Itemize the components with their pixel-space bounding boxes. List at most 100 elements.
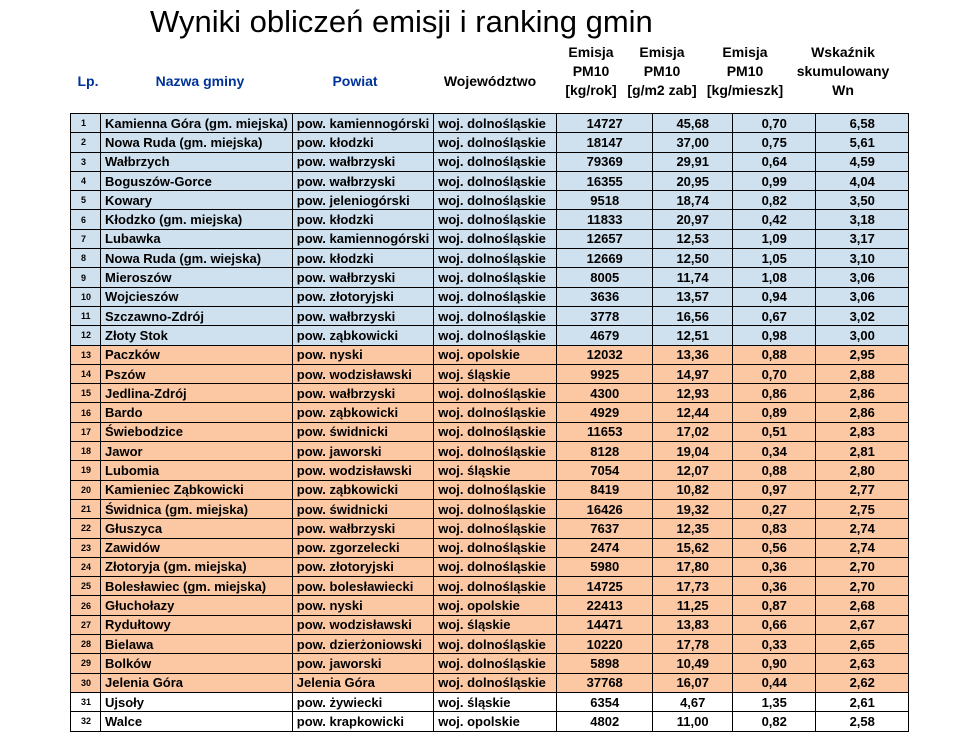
table-row: 15 Jedlina-Zdrój pow. wałbrzyski woj. dolno…: [70, 383, 910, 404]
cell-emisja-gm2: 29,91: [652, 151, 734, 172]
cell-name: Głuchołazy: [100, 595, 293, 616]
cell-powiat: pow. wałbrzyski: [291, 151, 435, 172]
cell-wojewodztwo: woj. opolskie: [433, 595, 558, 616]
cell-wskaznik: 2,83: [815, 421, 910, 443]
cell-powiat: pow. bolesławiecki: [291, 576, 435, 597]
cell-lp: 10: [70, 286, 101, 307]
cell-powiat: pow. wodzisławski: [291, 363, 435, 385]
cell-wojewodztwo: woj. śląskie: [433, 460, 558, 481]
cell-lp: 3: [70, 151, 101, 172]
cell-emisja-mieszk: 0,97: [732, 479, 817, 500]
cell-wskaznik: 2,61: [815, 691, 910, 713]
cell-emisja-mieszk: 0,36: [732, 556, 817, 578]
cell-wojewodztwo: woj. dolnośląskie: [433, 634, 558, 655]
cell-wskaznik: 2,86: [815, 402, 910, 423]
cell-emisja-kg: 7054: [556, 460, 654, 481]
cell-lp: 9: [70, 267, 101, 288]
cell-emisja-mieszk: 0,67: [732, 305, 817, 327]
cell-emisja-kg: 4802: [556, 711, 654, 732]
cell-wskaznik: 3,17: [815, 228, 910, 250]
cell-name: Rydułtowy: [100, 614, 293, 636]
cell-emisja-mieszk: 0,82: [732, 190, 817, 211]
cell-wskaznik: 2,68: [815, 595, 910, 616]
table-row: 20 Kamieniec Ząbkowicki pow. ząbkowicki woj…: [70, 479, 910, 500]
cell-lp: 23: [70, 537, 101, 558]
cell-emisja-gm2: 17,73: [652, 576, 734, 597]
cell-powiat: pow. wałbrzyski: [291, 305, 435, 327]
cell-emisja-gm2: 10,49: [652, 653, 734, 674]
cell-wskaznik: 2,81: [815, 441, 910, 462]
cell-lp: 25: [70, 576, 101, 597]
cell-emisja-kg: 8005: [556, 267, 654, 288]
cell-powiat: pow. wodzisławski: [291, 614, 435, 636]
cell-name: Walce: [100, 711, 293, 732]
cell-name: Lubomia: [100, 460, 293, 481]
cell-emisja-mieszk: 0,33: [732, 634, 817, 655]
cell-wojewodztwo: woj. dolnośląskie: [433, 576, 558, 597]
cell-name: Bielawa: [100, 634, 293, 655]
cell-wojewodztwo: woj. dolnośląskie: [433, 441, 558, 462]
cell-name: Jawor: [100, 441, 293, 462]
cell-emisja-gm2: 13,36: [652, 344, 734, 365]
cell-lp: 30: [70, 672, 101, 693]
header-lp: Lp.: [77, 73, 99, 89]
cell-powiat: pow. dzierżoniowski: [291, 634, 435, 655]
column-headers: Lp. Nazwa gminy Powiat Województwo Emisj…: [0, 40, 960, 112]
cell-emisja-mieszk: 0,70: [732, 363, 817, 385]
cell-powiat: pow. zgorzelecki: [291, 537, 435, 558]
cell-wojewodztwo: woj. śląskie: [433, 363, 558, 385]
cell-wskaznik: 4,04: [815, 170, 910, 192]
header-emisja-mieszk: Emisja PM10 [kg/mieszk]: [706, 44, 784, 98]
cell-wskaznik: 2,62: [815, 672, 910, 693]
cell-wojewodztwo: woj. dolnośląskie: [433, 267, 558, 288]
cell-emisja-gm2: 11,74: [652, 267, 734, 288]
cell-emisja-kg: 14471: [556, 614, 654, 636]
table-row: 22 Głuszyca pow. wałbrzyski woj. dolnośląsk…: [70, 518, 910, 539]
cell-powiat: pow. wałbrzyski: [291, 383, 435, 404]
cell-emisja-kg: 14725: [556, 576, 654, 597]
table-row: 5 Kowary pow. jeleniogórski woj. dolnośląsk…: [70, 190, 910, 211]
cell-emisja-gm2: 37,00: [652, 132, 734, 153]
cell-powiat: pow. złotoryjski: [291, 286, 435, 307]
cell-emisja-mieszk: 0,83: [732, 518, 817, 539]
cell-powiat: Jelenia Góra: [291, 672, 435, 693]
cell-powiat: pow. ząbkowicki: [291, 402, 435, 423]
table-row: 19 Lubomia pow. wodzisławski woj. śląskie 70…: [70, 460, 910, 481]
cell-emisja-gm2: 12,44: [652, 402, 734, 423]
cell-name: Złoty Stok: [100, 325, 293, 346]
cell-emisja-kg: 8419: [556, 479, 654, 500]
cell-emisja-mieszk: 0,64: [732, 151, 817, 172]
table-row: 17 Świebodzice pow. świdnicki woj. dolnoślą…: [70, 421, 910, 443]
cell-powiat: pow. wałbrzyski: [291, 267, 435, 288]
cell-emisja-gm2: 16,56: [652, 305, 734, 327]
cell-name: Szczawno-Zdrój: [100, 305, 293, 327]
cell-lp: 27: [70, 614, 101, 636]
cell-name: Lubawka: [100, 228, 293, 250]
cell-powiat: pow. wodzisławski: [291, 460, 435, 481]
cell-lp: 4: [70, 170, 101, 192]
cell-lp: 1: [70, 112, 101, 134]
cell-powiat: pow. kłodzki: [291, 132, 435, 153]
cell-emisja-mieszk: 0,70: [732, 112, 817, 134]
header-wojewodztwo: Województwo: [443, 73, 537, 89]
cell-emisja-gm2: 12,50: [652, 248, 734, 269]
cell-emisja-gm2: 12,93: [652, 383, 734, 404]
table-row: 24 Złotoryja (gm. miejska) pow. złotoryjsk…: [70, 556, 910, 578]
cell-emisja-kg: 16355: [556, 170, 654, 192]
cell-emisja-kg: 9518: [556, 190, 654, 211]
cell-lp: 20: [70, 479, 101, 500]
cell-name: Mieroszów: [100, 267, 293, 288]
cell-wojewodztwo: woj. dolnośląskie: [433, 402, 558, 423]
cell-lp: 24: [70, 556, 101, 578]
table-row: 32 Walce pow. krapkowicki woj. opolskie 4802…: [70, 711, 910, 732]
cell-powiat: pow. kłodzki: [291, 248, 435, 269]
cell-emisja-kg: 4679: [556, 325, 654, 346]
cell-powiat: pow. krapkowicki: [291, 711, 435, 732]
cell-emisja-mieszk: 1,09: [732, 228, 817, 250]
cell-name: Jelenia Góra: [100, 672, 293, 693]
cell-name: Ujsoły: [100, 691, 293, 713]
table-row: 1 Kamienna Góra (gm. miejska) pow. kamienn…: [70, 112, 910, 134]
cell-powiat: pow. nyski: [291, 595, 435, 616]
cell-wojewodztwo: woj. dolnośląskie: [433, 151, 558, 172]
cell-emisja-gm2: 4,67: [652, 691, 734, 713]
